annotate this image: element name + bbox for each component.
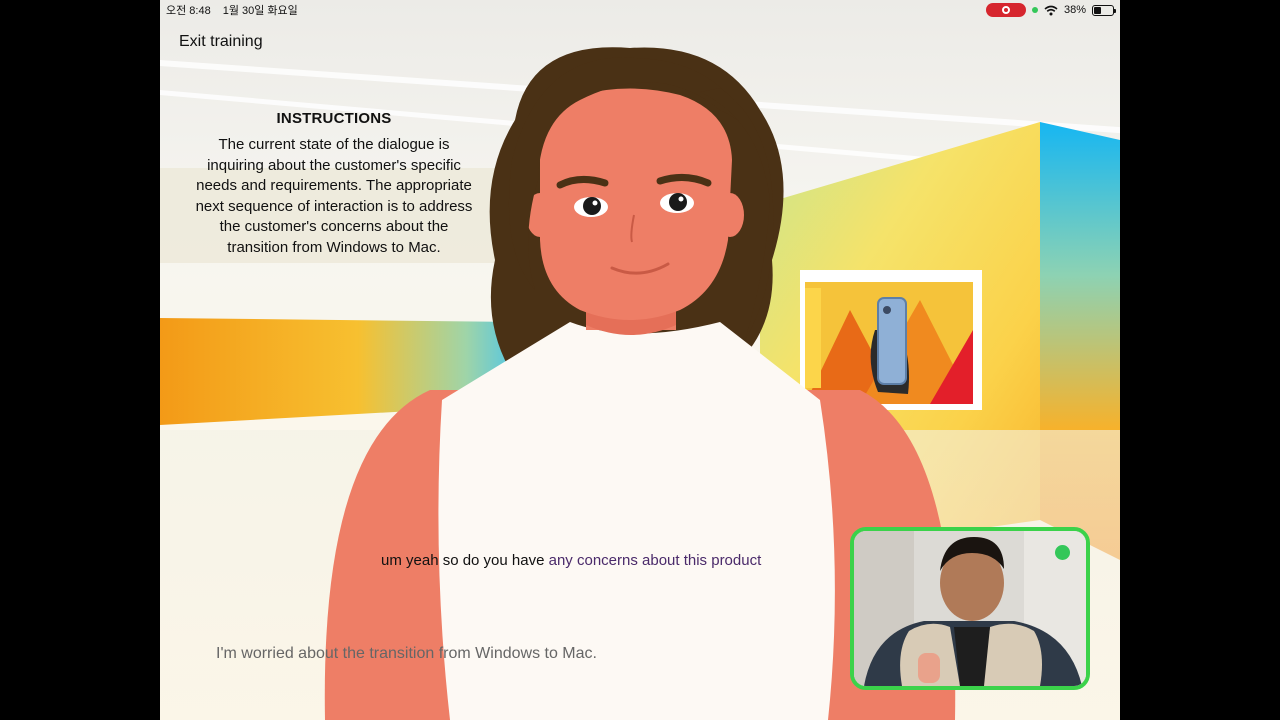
exit-training-button[interactable]: Exit training [179, 33, 263, 51]
wifi-icon [1044, 5, 1058, 15]
battery-percent: 38% [1063, 4, 1086, 16]
status-right: 38% [985, 3, 1116, 17]
screen-recording-icon[interactable] [985, 3, 1026, 17]
status-date: 1월 30일 화요일 [222, 5, 298, 17]
training-screen: 오전 8:48 1월 30일 화요일 38% Exit training INS… [160, 0, 1120, 720]
camera-live-indicator [1055, 545, 1070, 560]
status-time: 오전 8:48 [166, 5, 211, 17]
camera-preview[interactable] [850, 527, 1090, 690]
camera-in-use-icon [1031, 7, 1038, 13]
instructions-panel: INSTRUCTIONS The current state of the di… [190, 110, 478, 259]
suggested-reply[interactable]: I'm worried about the transition from Wi… [216, 645, 597, 663]
caption-highlight: any concerns about this product [548, 552, 762, 569]
status-bar: 오전 8:48 1월 30일 화요일 38% [160, 0, 1120, 20]
instructions-body: The current state of the dialogue is inq… [195, 136, 473, 256]
caption-spoken: um yeah so do you have [381, 552, 545, 569]
battery-icon [1092, 4, 1116, 16]
status-left: 오전 8:48 1월 30일 화요일 [166, 2, 298, 18]
battery-level [1094, 6, 1101, 14]
camera-feed-image [854, 531, 1086, 686]
live-caption: um yeah so do you have any concerns abou… [381, 552, 761, 569]
instructions-title: INSTRUCTIONS [276, 110, 392, 127]
